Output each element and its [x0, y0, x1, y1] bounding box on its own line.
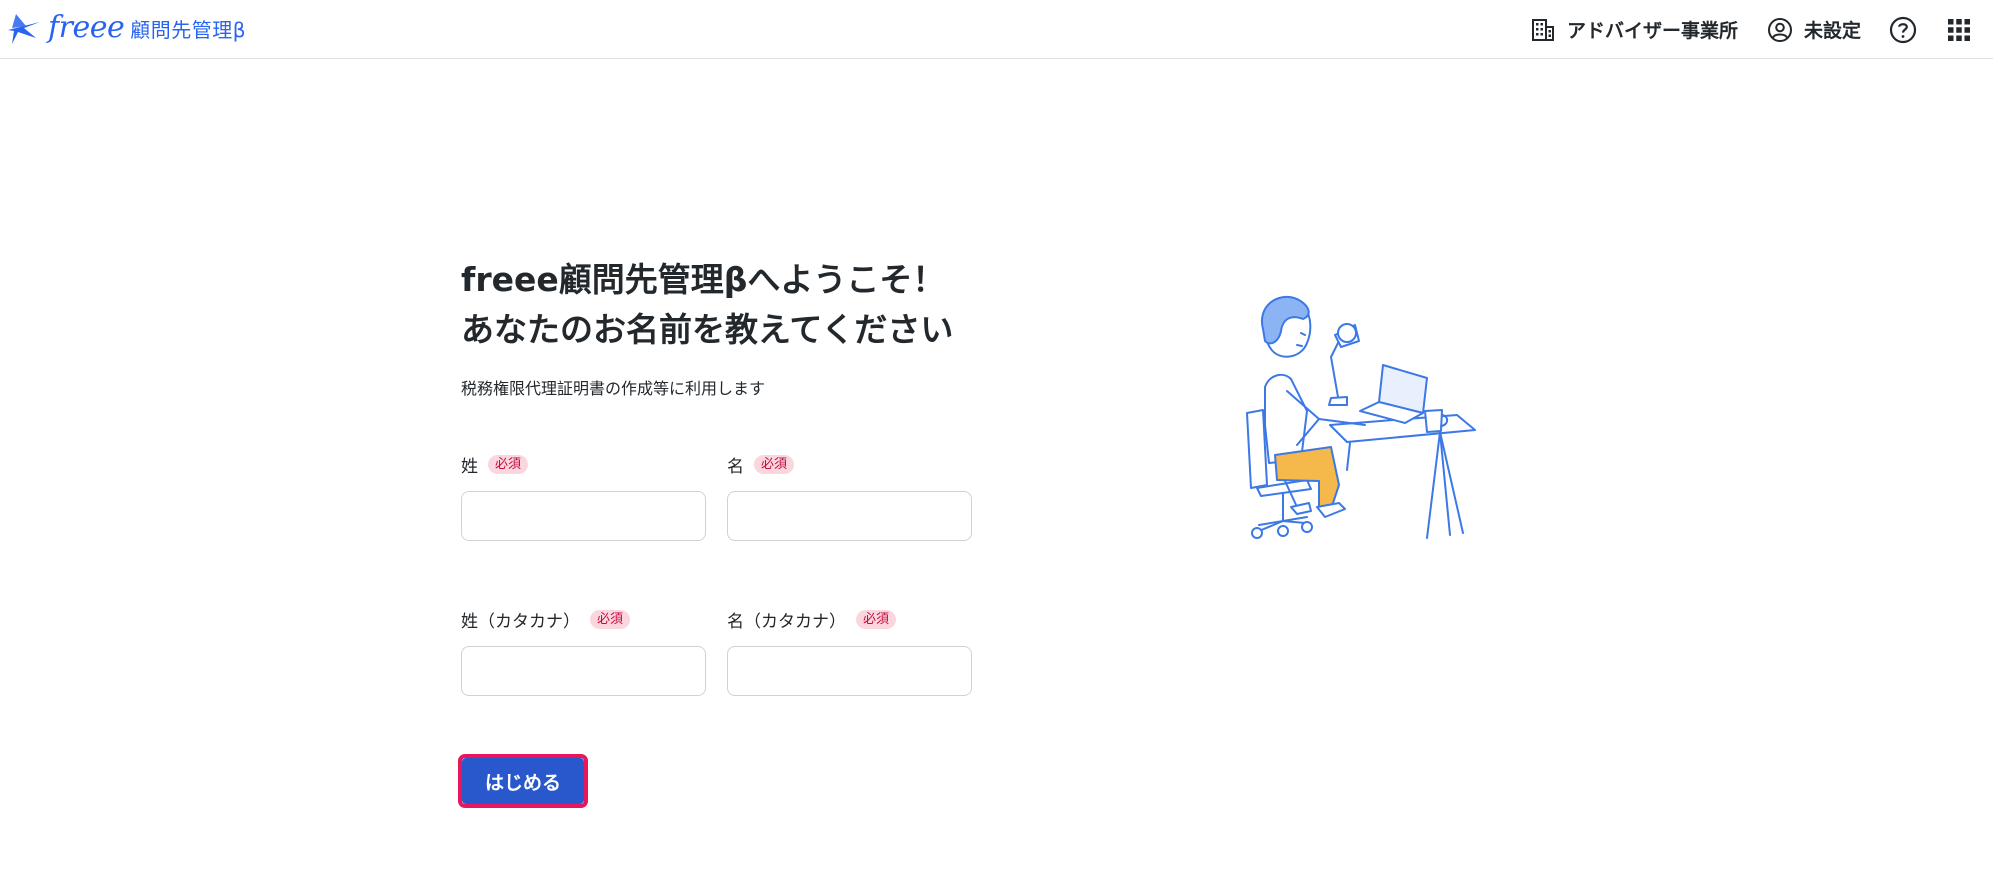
- first-name-kana-input[interactable]: [727, 646, 972, 696]
- brand-logo-link[interactable]: freee 顧問先管理β: [6, 8, 246, 48]
- last-name-input[interactable]: [461, 491, 706, 541]
- first-name-kana-field: 名（カタカナ） 必須: [727, 607, 972, 696]
- user-circle-icon: [1766, 16, 1794, 44]
- building-icon: [1529, 16, 1557, 44]
- user-menu-button[interactable]: 未設定: [1766, 16, 1861, 44]
- required-badge: 必須: [590, 609, 631, 629]
- header-actions: アドバイザー事業所 未設定: [1529, 0, 1973, 59]
- top-header: freee 顧問先管理β アドバイザー事業所 未設定: [0, 0, 1993, 59]
- first-name-label: 名: [727, 456, 744, 477]
- last-name-kana-label: 姓（カタカナ）: [461, 611, 580, 632]
- first-name-kana-label: 名（カタカナ）: [727, 611, 846, 632]
- brand-wordmark: freee: [48, 10, 125, 45]
- submit-button-highlight: はじめる: [458, 754, 588, 808]
- first-name-label-row: 名 必須: [727, 452, 972, 477]
- person-working-at-laptop-illustration: [1235, 295, 1485, 550]
- office-switcher-button[interactable]: アドバイザー事業所: [1529, 16, 1738, 44]
- last-name-label: 姓: [461, 456, 478, 477]
- first-name-field: 名 必須: [727, 452, 972, 541]
- help-button[interactable]: [1889, 16, 1917, 44]
- first-name-input[interactable]: [727, 491, 972, 541]
- last-name-field: 姓 必須: [461, 452, 706, 541]
- freee-bird-logo-icon: [6, 8, 42, 48]
- page-title-line-1: freee顧問先管理βへようこそ！: [461, 260, 946, 299]
- help-circle-icon: [1889, 16, 1917, 44]
- required-badge: 必須: [754, 454, 795, 474]
- brand-product-name: 顧問先管理β: [130, 17, 246, 42]
- first-name-kana-label-row: 名（カタカナ） 必須: [727, 607, 972, 632]
- app-switcher-button[interactable]: [1945, 16, 1973, 44]
- required-badge: 必須: [488, 454, 529, 474]
- last-name-kana-label-row: 姓（カタカナ） 必須: [461, 607, 706, 632]
- page-subtitle: 税務権限代理証明書の作成等に利用します: [461, 379, 766, 398]
- last-name-kana-input[interactable]: [461, 646, 706, 696]
- office-name-label: アドバイザー事業所: [1566, 20, 1738, 42]
- page-title-line-2: あなたのお名前を教えてください: [461, 310, 954, 349]
- last-name-label-row: 姓 必須: [461, 452, 706, 477]
- page-title: freee顧問先管理βへようこそ！ あなたのお名前を教えてください: [461, 255, 953, 355]
- app-grid-icon: [1945, 16, 1973, 44]
- start-button[interactable]: はじめる: [462, 758, 584, 804]
- last-name-kana-field: 姓（カタカナ） 必須: [461, 607, 706, 696]
- user-name-label: 未設定: [1803, 20, 1861, 42]
- required-badge: 必須: [856, 609, 897, 629]
